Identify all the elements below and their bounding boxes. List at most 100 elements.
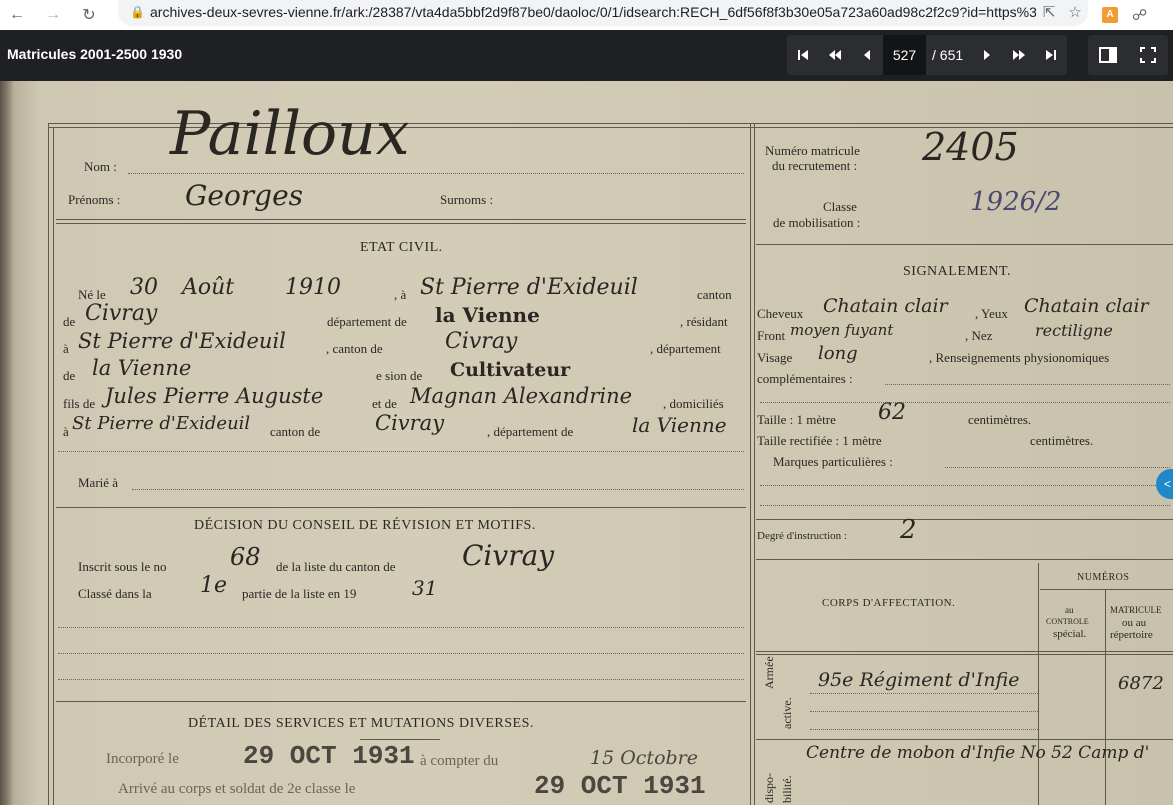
numeros-divider (1038, 563, 1039, 805)
dotline-d (760, 402, 1170, 403)
fullscreen-icon[interactable] (1128, 35, 1168, 75)
domicilies-label: , domiciliés (663, 396, 724, 411)
numero-matricule-label: Numéro matricule (765, 143, 860, 158)
first-page-icon[interactable] (787, 35, 819, 75)
numero-value: 2405 (922, 125, 1019, 169)
document-scan[interactable]: Nom : Pailloux Prénoms : Georges Surnoms… (0, 81, 1173, 805)
marie-label: Marié à (78, 475, 119, 490)
annee-liste-value: 31 (412, 576, 438, 600)
rule-right-3 (756, 559, 1173, 560)
detail-underline (360, 739, 440, 740)
bookmark-star-icon[interactable]: ☆ (1062, 3, 1088, 21)
a2-label: à (63, 341, 69, 356)
de-la-liste-label: de la liste du canton de (276, 559, 396, 574)
detail-heading: DÉTAIL DES SERVICES ET MUTATIONS DIVERSE… (188, 716, 534, 731)
jour-value: 30 (130, 275, 158, 300)
cheveux-label: Cheveux (757, 306, 804, 321)
forward-arrow-icon[interactable]: → (42, 6, 64, 24)
dotline-h (810, 693, 1038, 694)
page-number-input[interactable]: 527 (883, 35, 926, 75)
taille-label: Taille : 1 mètre (757, 412, 836, 427)
side-panel-toggle-icon[interactable]: < (1156, 469, 1173, 499)
canton-value: Civray (85, 301, 158, 326)
dotline-j (810, 729, 1038, 730)
centimetres-label: centimètres. (968, 412, 1032, 427)
taille-rectifiee-label: Taille rectifiée : 1 mètre (757, 433, 882, 448)
taille-value: 62 (878, 400, 906, 425)
reload-icon[interactable]: ↻ (78, 5, 100, 25)
view-tools (1088, 35, 1168, 75)
canton-liste-value: Civray (462, 539, 555, 572)
front-label: Front (757, 328, 786, 343)
classe-label: Classe (823, 199, 857, 214)
next-page-icon[interactable] (971, 35, 1003, 75)
profession-value: Cultivateur (450, 359, 571, 381)
browser-toolbar: ← → ↻ 🔒 archives-deux-sevres-vienne.fr/a… (0, 0, 1173, 30)
dotline-f (760, 485, 1170, 486)
renseignements-label: , Renseignements physionomiques (929, 350, 1110, 365)
pere-value: Jules Pierre Auguste (105, 384, 324, 408)
de2-label: de (63, 368, 76, 383)
canton-label: canton (697, 287, 732, 302)
classe-value: 1926/2 (970, 187, 1062, 217)
compter-date: 15 Octobre (590, 747, 698, 769)
address-bar[interactable]: 🔒 archives-deux-sevres-vienne.fr/ark:/28… (118, 0, 1088, 26)
numero-liste-value: 68 (230, 543, 261, 571)
au-label: au (1065, 605, 1074, 615)
inscrit-label: Inscrit sous le no (78, 559, 167, 574)
url-text[interactable]: archives-deux-sevres-vienne.fr/ark:/2838… (150, 4, 1036, 20)
cheveux-value: Chatain clair (823, 295, 948, 317)
nom-label: Nom : (84, 159, 117, 174)
a3-label: à (63, 424, 69, 439)
canton-de-label: , canton de (326, 341, 383, 356)
dep-res-value: la Vienne (92, 356, 192, 380)
arrive-date: 29 OCT 1931 (534, 771, 706, 801)
dep-dom-value: la Vienne (632, 413, 727, 437)
degre-value: 2 (900, 515, 917, 545)
fast-forward-icon[interactable] (1003, 35, 1035, 75)
document-title: Matricules 2001-2500 1930 (7, 46, 183, 62)
partie-label: partie de la liste en 19 (242, 586, 357, 601)
viewer-toolbar: Matricules 2001-2500 1930 527 / 651 (0, 30, 1173, 81)
classe-dans-label: Classé dans la (78, 586, 152, 601)
dotline-i (810, 711, 1038, 712)
side-panel-icon[interactable] (1088, 35, 1128, 75)
rule-right-2 (756, 519, 1173, 520)
du-recrutement-label: du recrutement : (772, 158, 858, 173)
extensions-puzzle-icon[interactable]: ☍ (1132, 6, 1147, 24)
partie-value: 1e (200, 573, 228, 598)
bilite-label: bilité. (780, 775, 794, 803)
dotline-a (58, 451, 744, 452)
matricule-col-label: MATRICULE (1110, 605, 1162, 615)
nez-label: , Nez (965, 328, 993, 343)
surnoms-label: Surnoms : (440, 192, 494, 207)
column-divider (750, 123, 751, 805)
centimetres2-label: centimètres. (1030, 433, 1094, 448)
dotline-g (760, 505, 1170, 506)
arrive-label: Arrivé au corps et soldat de 2e classe l… (118, 781, 356, 797)
rule-right-4b (756, 654, 1173, 655)
incorpore-date: 29 OCT 1931 (243, 741, 415, 771)
share-icon[interactable]: ⇱ (1036, 3, 1062, 21)
corps1-value: 95e Régiment d'Infie (818, 669, 1020, 691)
rewind-icon[interactable] (819, 35, 851, 75)
last-page-icon[interactable] (1035, 35, 1067, 75)
a-compter-label: à compter du (420, 753, 499, 769)
corps2-value: Centre de mobon d'Infie No 52 Camp d' (806, 743, 1150, 763)
back-arrow-icon[interactable]: ← (6, 6, 28, 24)
previous-page-icon[interactable] (851, 35, 883, 75)
dotline-e (945, 467, 1170, 468)
extension-icon[interactable]: A (1102, 7, 1118, 23)
canton-res-value: Civray (445, 329, 518, 354)
lock-icon[interactable]: 🔒 (130, 5, 145, 19)
rule-right-5 (756, 739, 1173, 740)
repertoire-label: répertoire (1110, 629, 1153, 641)
profession-label: e sion de (376, 368, 423, 383)
dotline-k (58, 627, 744, 628)
matricule1-value: 6872 (1118, 673, 1164, 694)
prenoms-value: Georges (185, 179, 304, 212)
canton-dom-value: Civray (375, 411, 445, 435)
degre-label: Degré d'instruction : (757, 530, 847, 542)
yeux-label: , Yeux (975, 306, 1008, 321)
prenoms-label: Prénoms : (68, 192, 121, 207)
